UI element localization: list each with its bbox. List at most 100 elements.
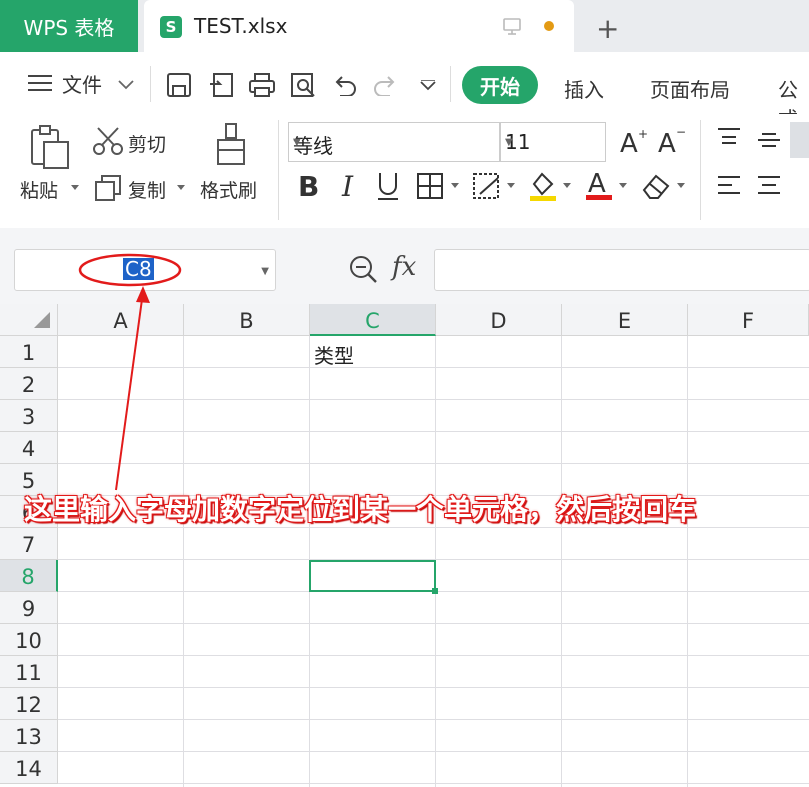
column-gridline — [687, 336, 688, 787]
ribbon: 粘贴 剪切 复制 格式刷 等线 ▼ 11 ▼ A + A − B I A — [0, 114, 809, 228]
cell-style-dropdown-icon[interactable] — [506, 182, 516, 190]
row-gridline — [58, 687, 809, 688]
annotation-text: 这里输入字母加数字定位到某一个单元格，然后按回车 — [24, 493, 697, 526]
more-chevron-icon[interactable] — [420, 80, 436, 92]
row-gridline — [58, 463, 809, 464]
save-icon[interactable] — [166, 72, 192, 98]
align-top-icon[interactable] — [716, 126, 742, 150]
underline-icon[interactable] — [374, 170, 402, 202]
copy-icon[interactable] — [94, 174, 122, 202]
fill-color-dropdown-icon[interactable] — [562, 182, 572, 190]
cell-c1[interactable]: 类型 — [314, 340, 354, 369]
increase-font-icon[interactable]: A + — [618, 126, 648, 156]
spreadsheet-icon: S — [160, 16, 182, 38]
toolbar-divider — [450, 66, 451, 102]
unsaved-dot-icon — [544, 21, 554, 31]
paste-button[interactable]: 粘贴 — [20, 176, 58, 203]
monitor-icon[interactable] — [502, 16, 522, 36]
row-header-10[interactable]: 10 — [0, 624, 58, 656]
font-name-select[interactable]: 等线 ▼ — [288, 122, 500, 162]
align-center-icon[interactable] — [756, 174, 782, 198]
align-bottom-button[interactable] — [790, 122, 809, 158]
font-color-dropdown-icon[interactable] — [618, 182, 628, 190]
row-header-9[interactable]: 9 — [0, 592, 58, 624]
italic-icon[interactable]: I — [338, 170, 360, 200]
zoom-icon[interactable] — [348, 254, 380, 284]
row-gridline — [58, 623, 809, 624]
copy-button[interactable]: 复制 — [128, 176, 166, 203]
fill-handle[interactable] — [432, 588, 438, 594]
row-header-14[interactable]: 14 — [0, 752, 58, 784]
new-tab-button[interactable]: + — [596, 12, 619, 45]
chevron-down-icon[interactable] — [118, 80, 134, 90]
row-header-11[interactable]: 11 — [0, 656, 58, 688]
active-cell-c8[interactable] — [309, 560, 436, 592]
redo-icon[interactable] — [372, 74, 398, 96]
tab-start[interactable]: 开始 — [462, 66, 538, 104]
hamburger-menu-icon[interactable] — [28, 74, 52, 92]
chevron-down-icon: ▼ — [505, 137, 513, 148]
borders-icon[interactable] — [416, 172, 444, 200]
tab-page-layout[interactable]: 页面布局 — [650, 74, 730, 103]
tab-insert[interactable]: 插入 — [564, 74, 604, 103]
print-preview-icon[interactable] — [290, 72, 318, 98]
name-box[interactable]: C8 ▼ — [14, 249, 276, 291]
tab-start-label: 开始 — [480, 74, 520, 99]
format-painter-button[interactable]: 格式刷 — [200, 176, 257, 203]
column-gridline — [183, 336, 184, 787]
bold-icon[interactable]: B — [296, 170, 322, 200]
row-header-7[interactable]: 7 — [0, 528, 58, 560]
chevron-down-icon: ▼ — [293, 137, 301, 148]
cut-button[interactable]: 剪切 — [128, 130, 166, 157]
select-all-corner[interactable] — [0, 304, 58, 336]
app-tab-wps[interactable]: WPS 表格 — [0, 0, 138, 52]
column-header-c[interactable]: C — [310, 304, 436, 336]
chevron-down-icon[interactable]: ▼ — [261, 266, 269, 277]
svg-text:B: B — [298, 170, 319, 200]
align-left-icon[interactable] — [716, 174, 742, 198]
column-header-f[interactable]: F — [688, 304, 809, 336]
copy-dropdown-icon[interactable] — [176, 184, 186, 192]
fill-color-icon[interactable] — [528, 170, 558, 202]
svg-text:+: + — [638, 127, 648, 141]
cell-style-icon[interactable] — [472, 172, 502, 200]
export-pdf-icon[interactable] — [208, 72, 236, 98]
svg-text:A: A — [620, 129, 638, 156]
document-tab-label: TEST.xlsx — [194, 14, 288, 38]
column-header-d[interactable]: D — [436, 304, 562, 336]
column-header-b[interactable]: B — [184, 304, 310, 336]
font-color-icon[interactable]: A — [584, 168, 614, 202]
row-header-4[interactable]: 4 — [0, 432, 58, 464]
row-gridline — [58, 783, 809, 784]
paste-icon[interactable] — [28, 124, 72, 170]
eraser-icon[interactable] — [640, 172, 672, 200]
document-tab[interactable]: S TEST.xlsx — [144, 0, 574, 52]
row-header-12[interactable]: 12 — [0, 688, 58, 720]
borders-dropdown-icon[interactable] — [450, 182, 460, 190]
row-header-1[interactable]: 1 — [0, 336, 58, 368]
undo-icon[interactable] — [332, 74, 358, 96]
row-header-3[interactable]: 3 — [0, 400, 58, 432]
row-header-13[interactable]: 13 — [0, 720, 58, 752]
svg-text:I: I — [341, 170, 354, 200]
row-header-2[interactable]: 2 — [0, 368, 58, 400]
svg-text:A: A — [588, 169, 606, 199]
name-box-value[interactable]: C8 — [123, 258, 154, 280]
column-gridline — [561, 336, 562, 787]
svg-text:−: − — [676, 126, 686, 139]
fx-icon[interactable]: fx — [392, 252, 416, 282]
column-header-e[interactable]: E — [562, 304, 688, 336]
font-size-select[interactable]: 11 ▼ — [500, 122, 606, 162]
scissors-icon[interactable] — [92, 126, 124, 156]
eraser-dropdown-icon[interactable] — [676, 182, 686, 190]
paste-dropdown-icon[interactable] — [70, 184, 80, 192]
file-menu[interactable]: 文件 — [62, 69, 102, 98]
decrease-font-icon[interactable]: A − — [656, 126, 686, 156]
align-middle-icon[interactable] — [756, 128, 782, 152]
formula-input[interactable] — [434, 249, 809, 291]
print-icon[interactable] — [248, 72, 276, 98]
column-header-a[interactable]: A — [58, 304, 184, 336]
row-gridline — [58, 751, 809, 752]
row-header-8[interactable]: 8 — [0, 560, 58, 592]
format-painter-icon[interactable] — [212, 122, 252, 168]
